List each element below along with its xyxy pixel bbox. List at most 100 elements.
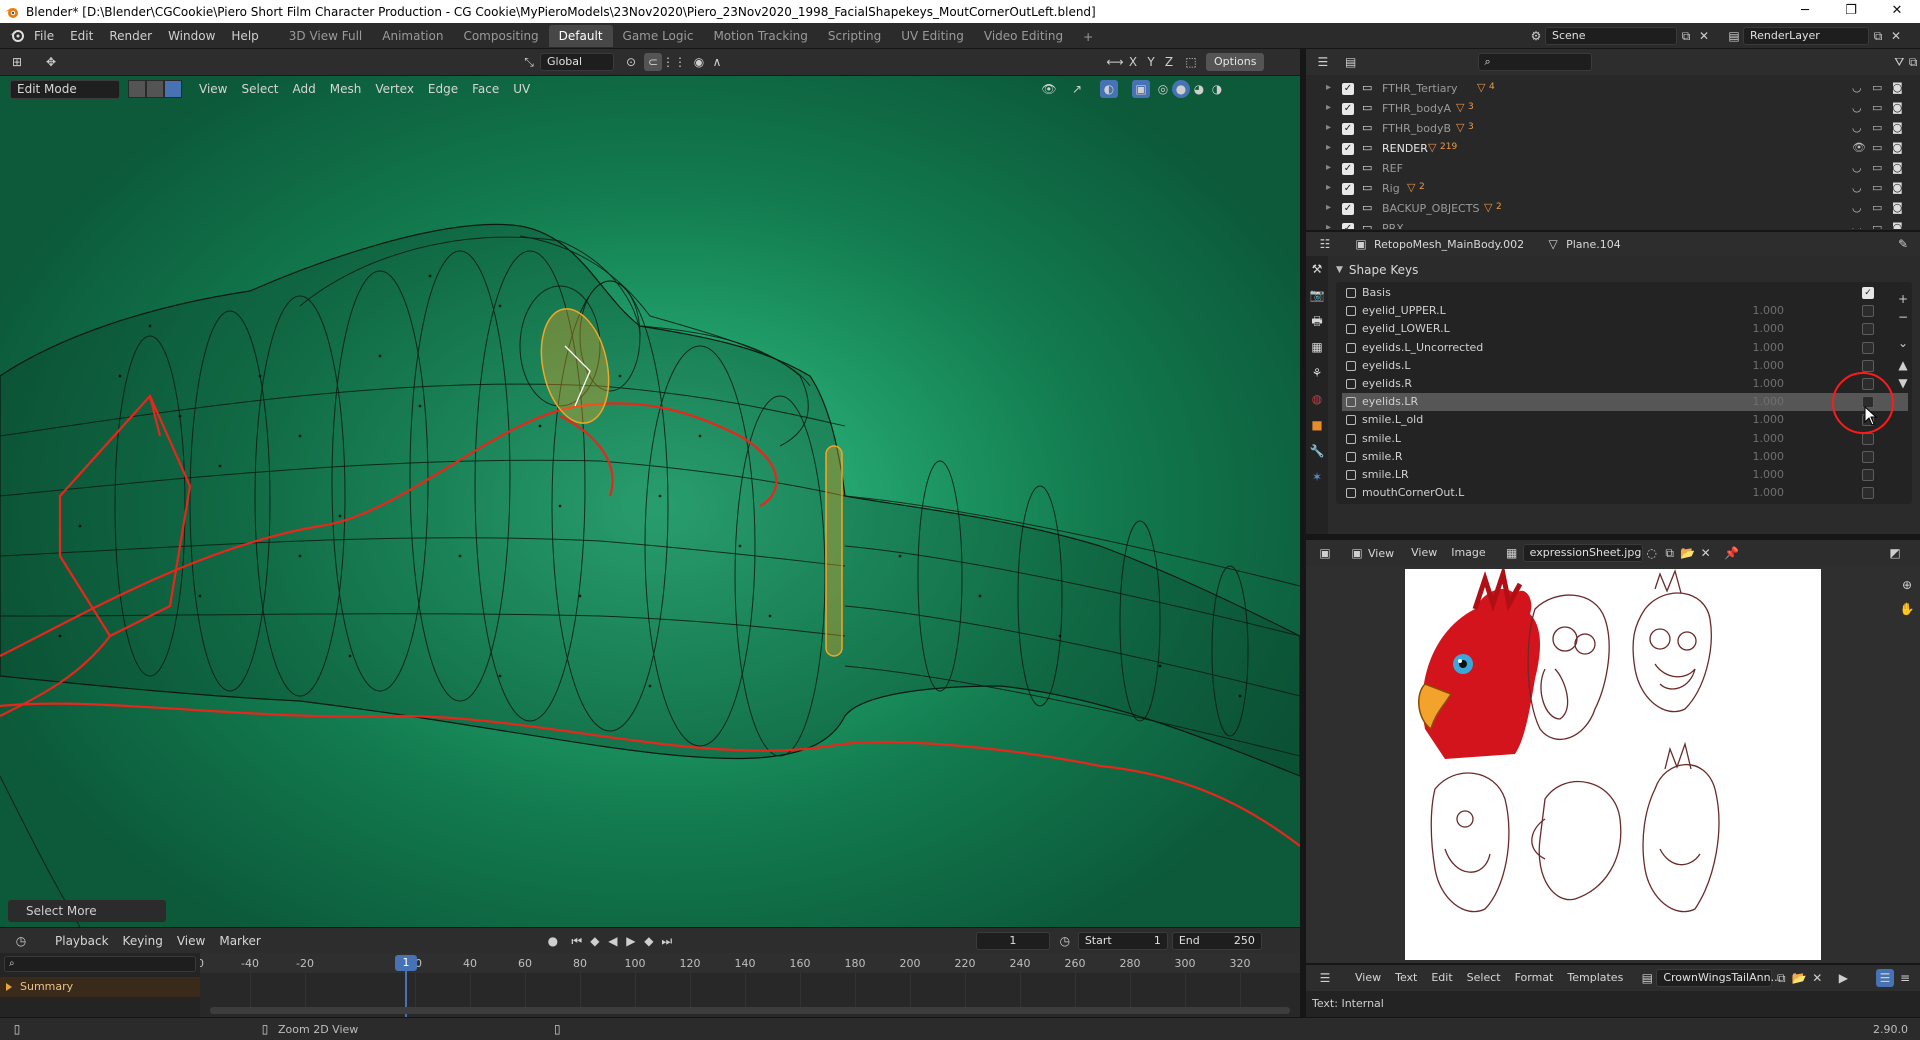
disable-in-render-icon[interactable]: ◙	[1892, 141, 1903, 154]
new-image-icon[interactable]: ⧉	[1661, 544, 1679, 562]
exclude-checkbox[interactable]: ✓	[1342, 123, 1354, 135]
text-menu-edit[interactable]: Edit	[1424, 965, 1459, 991]
collection-name[interactable]: REF	[1382, 162, 1403, 175]
disable-in-render-icon[interactable]: ◙	[1892, 81, 1903, 94]
disable-in-render-icon[interactable]: ◙	[1892, 181, 1903, 194]
shape-key-value[interactable]: 1.000	[1738, 411, 1785, 429]
disable-in-render-icon[interactable]: ◙	[1892, 161, 1903, 174]
menu-edit[interactable]: Edit	[62, 23, 101, 49]
hide-in-viewport-icon[interactable]: ◡	[1852, 221, 1862, 229]
remove-shape-key-icon[interactable]: −	[1894, 308, 1912, 326]
open-image-icon[interactable]: 📂	[1679, 544, 1697, 562]
timeline-editor-icon[interactable]: ◷	[12, 932, 30, 950]
expand-summary-icon[interactable]	[6, 983, 12, 991]
autoselect-icon[interactable]: ⬚	[1182, 53, 1200, 71]
delete-renderlayer-icon[interactable]: ✕	[1887, 27, 1905, 45]
snap-toggle-icon[interactable]: ⊂	[644, 53, 662, 71]
expand-arrow-icon[interactable]: ▸	[1326, 102, 1331, 113]
image-name-field[interactable]: expressionSheet.jpg	[1522, 544, 1643, 562]
timeline-menu-view[interactable]: View	[170, 928, 212, 954]
visibility-icon[interactable]: 👁	[1040, 80, 1058, 98]
modifier-tab-icon[interactable]: 🔧	[1306, 438, 1328, 464]
text-menu-templates[interactable]: Templates	[1560, 965, 1630, 991]
menu-help[interactable]: Help	[223, 23, 266, 49]
shape-key-mute-checkbox[interactable]	[1862, 359, 1874, 372]
options-dropdown[interactable]: Options	[1206, 53, 1265, 71]
viewport-menu-add[interactable]: Add	[286, 76, 323, 103]
shape-key-name[interactable]: mouthCornerOut.L	[1362, 484, 1464, 502]
expand-arrow-icon[interactable]: ▸	[1326, 82, 1331, 93]
collection-name[interactable]: FTHR_bodyA	[1382, 102, 1451, 115]
hide-in-viewport-icon[interactable]: ◡	[1852, 161, 1862, 174]
exclude-checkbox[interactable]: ✓	[1342, 223, 1354, 229]
image-menu-view[interactable]: View	[1404, 540, 1444, 566]
outliner-editor-icon[interactable]: ☰	[1316, 53, 1330, 71]
collection-name[interactable]: FTHR_Tertiary	[1382, 82, 1458, 95]
view-layer-tab-icon[interactable]: ▦	[1306, 334, 1328, 360]
collection-name[interactable]: Rig	[1382, 182, 1400, 195]
shape-key-row[interactable]: smile.LR 1.000	[1342, 466, 1908, 484]
display-mode-icon[interactable]: ▤	[1344, 53, 1358, 71]
shape-key-value[interactable]: 1.000	[1738, 466, 1785, 484]
shape-key-row[interactable]: smile.L 1.000	[1342, 430, 1908, 448]
shape-key-row[interactable]: eyelids.L_Uncorrected 1.000	[1342, 339, 1908, 357]
shape-key-name[interactable]: eyelids.R	[1362, 375, 1412, 393]
disable-in-viewport-icon[interactable]: ▭	[1872, 101, 1882, 114]
shape-key-name[interactable]: eyelid_UPPER.L	[1362, 302, 1446, 320]
scene-field[interactable]: Scene	[1545, 27, 1677, 45]
text-menu-select[interactable]: Select	[1460, 965, 1508, 991]
new-renderlayer-icon[interactable]: ⧉	[1869, 27, 1887, 45]
world-tab-icon[interactable]: ◍	[1306, 386, 1328, 412]
current-frame-field[interactable]: 1	[975, 931, 1050, 950]
shape-key-name[interactable]: eyelids.L	[1362, 357, 1411, 375]
shape-key-row[interactable]: smile.L_old 1.000	[1342, 411, 1908, 429]
shape-key-name[interactable]: Basis	[1362, 284, 1391, 302]
outliner-row[interactable]: ▸ ✓ ▭ RENDER ▽ 219 👁 ▭ ◙	[1306, 139, 1920, 159]
hide-in-viewport-icon[interactable]: ◡	[1852, 181, 1862, 194]
outliner-row[interactable]: ▸ ✓ ▭ FTHR_bodyA ▽ 3 ◡ ▭ ◙	[1306, 99, 1920, 119]
editor-type-icon[interactable]: ⊞	[8, 53, 26, 71]
hide-in-viewport-icon[interactable]: ◡	[1852, 121, 1862, 134]
scene-tab-icon[interactable]: ⚘	[1306, 360, 1328, 386]
area-separator[interactable]	[1300, 49, 1306, 1017]
fake-user-icon[interactable]: ◌	[1643, 544, 1661, 562]
collection-name[interactable]: PRX	[1382, 222, 1404, 229]
shape-key-name[interactable]: eyelid_LOWER.L	[1362, 320, 1450, 338]
tab-compositing[interactable]: Compositing	[453, 25, 548, 47]
shape-key-row[interactable]: smile.R 1.000	[1342, 448, 1908, 466]
summary-channel[interactable]: Summary	[0, 977, 200, 997]
viewport-menu-vertex[interactable]: Vertex	[368, 76, 421, 103]
falloff-icon[interactable]: ∧	[708, 53, 726, 71]
image-editor-type-icon[interactable]: ▣	[1316, 544, 1334, 562]
jump-end-icon[interactable]: ⏭	[658, 932, 676, 950]
shape-key-value[interactable]: 1.000	[1738, 339, 1785, 357]
expand-arrow-icon[interactable]: ▸	[1326, 222, 1331, 229]
disable-in-viewport-icon[interactable]: ▭	[1872, 221, 1882, 229]
viewport-menu-face[interactable]: Face	[465, 76, 506, 103]
hide-in-viewport-icon[interactable]: ◡	[1852, 201, 1862, 214]
expression-sheet-image[interactable]	[1405, 564, 1821, 960]
disable-in-viewport-icon[interactable]: ▭	[1872, 121, 1882, 134]
shape-key-name[interactable]: smile.L	[1362, 430, 1401, 448]
area-separator-h3[interactable]	[1306, 963, 1920, 965]
shape-key-row[interactable]: eyelids.R 1.000	[1342, 375, 1908, 393]
new-text-icon[interactable]: ⧉	[1772, 969, 1790, 987]
run-script-icon[interactable]: ▶	[1834, 969, 1852, 987]
close-window-button[interactable]: ✕	[1874, 0, 1920, 23]
shape-key-specials-icon[interactable]: ⌄	[1894, 334, 1912, 352]
disable-in-render-icon[interactable]: ◙	[1892, 101, 1903, 114]
image-editor-menu-icon[interactable]: ◩	[1886, 544, 1904, 562]
line-numbers-icon[interactable]: ☰	[1876, 969, 1894, 987]
pan-hand-icon[interactable]: ✋	[1898, 600, 1916, 618]
outliner-row[interactable]: ▸ ✓ ▭ FTHR_bodyB ▽ 3 ◡ ▭ ◙	[1306, 119, 1920, 139]
word-wrap-icon[interactable]: ≡	[1896, 969, 1914, 987]
minimize-button[interactable]: ─	[1782, 0, 1828, 23]
shape-key-row[interactable]: eyelids.L 1.000	[1342, 357, 1908, 375]
text-file-field[interactable]: CrownWingsTailAnn...	[1656, 969, 1781, 987]
shape-key-value[interactable]: 1.000	[1738, 375, 1785, 393]
hide-in-viewport-icon[interactable]: 👁	[1852, 141, 1866, 154]
shape-key-value[interactable]: 1.000	[1738, 320, 1785, 338]
unlink-text-icon[interactable]: ✕	[1808, 969, 1826, 987]
timeline-menu-playback[interactable]: Playback	[48, 928, 116, 954]
shape-key-mute-checkbox[interactable]	[1862, 305, 1874, 318]
